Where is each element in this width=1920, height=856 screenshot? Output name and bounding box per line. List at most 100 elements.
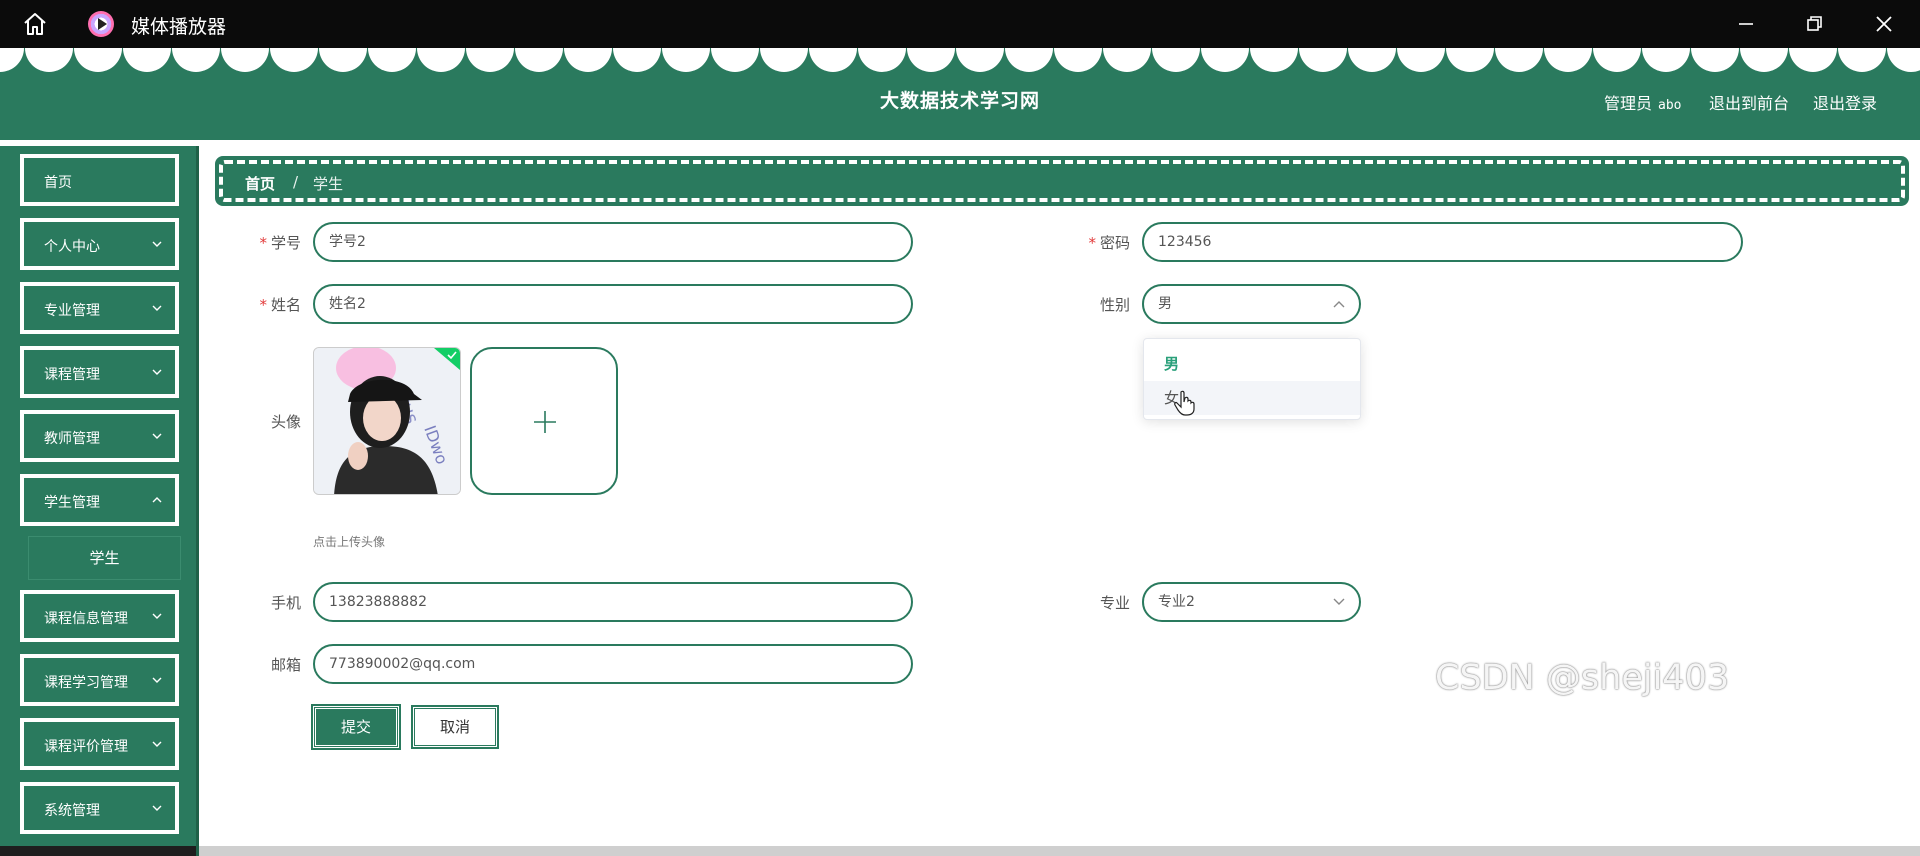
name-input[interactable]: 姓名2 [313, 284, 913, 324]
sidebar-item-student-management[interactable]: 学生管理 [20, 474, 179, 526]
breadcrumb-separator: / [293, 173, 299, 191]
scallop [1054, 48, 1102, 72]
bottom-scroll-edge [199, 846, 1920, 856]
main-content: 首页 / 学生 * 学号 学号2 * 密码 123456 * 姓名 姓名2 性别 男 … [199, 146, 1920, 856]
scallop [907, 48, 955, 72]
scallop [123, 48, 171, 72]
sidebar-bottom-edge [0, 846, 196, 856]
sidebar-item-label: 系统管理 [44, 803, 100, 819]
scallop [1691, 48, 1739, 72]
sidebar-item-course-study-management[interactable]: 课程学习管理 [20, 654, 179, 706]
scallop [1152, 48, 1200, 72]
site-title: 大数据技术学习网 [880, 90, 1041, 112]
password-input[interactable]: 123456 [1142, 222, 1743, 262]
header-scallop-decoration [0, 48, 1920, 72]
scallop [1005, 48, 1053, 72]
sidebar-item-home[interactable]: 首页 [20, 154, 179, 206]
sidebar-item-major-management[interactable]: 专业管理 [20, 282, 179, 334]
submit-button[interactable]: 提交 [311, 704, 401, 750]
exit-to-front-link[interactable]: 退出到前台 [1709, 90, 1789, 114]
sidebar-item-label: 专业管理 [44, 303, 100, 319]
sidebar-item-course-management[interactable]: 课程管理 [20, 346, 179, 398]
sidebar-item-teacher-management[interactable]: 教师管理 [20, 410, 179, 462]
gender-option-male[interactable]: 男 [1144, 347, 1360, 381]
avatar-upload-hint: 点击上传头像 [313, 535, 386, 549]
avatar-preview[interactable]: ntus IDwo [313, 347, 461, 495]
chevron-down-icon [152, 241, 162, 247]
scallop [1642, 48, 1690, 72]
chevron-down-icon [152, 305, 162, 311]
scallop [74, 48, 122, 72]
gender-select-value: 男 [1158, 296, 1172, 312]
breadcrumb-frame: 首页 / 学生 [219, 160, 1905, 202]
major-label: 专业 [1099, 594, 1130, 612]
breadcrumb-current: 学生 [313, 175, 344, 193]
scallop [466, 48, 514, 72]
scallop [1299, 48, 1347, 72]
window-title: 媒体播放器 [131, 16, 227, 38]
scallop [25, 48, 73, 72]
scallop [1495, 48, 1543, 72]
name-label: * 姓名 [241, 294, 301, 315]
media-player-logo-icon [88, 11, 114, 37]
phone-input[interactable]: 13823888882 [313, 582, 913, 622]
major-select[interactable]: 专业2 [1142, 582, 1361, 622]
scallop [221, 48, 269, 72]
scallop [662, 48, 710, 72]
scallop [613, 48, 661, 72]
scallop [858, 48, 906, 72]
scallop [1789, 48, 1837, 72]
sidebar-item-course-review-management[interactable]: 课程评价管理 [20, 718, 179, 770]
scallop [172, 48, 220, 72]
sidebar-item-personal-center[interactable]: 个人中心 [20, 218, 179, 270]
required-mark: * [1088, 234, 1096, 252]
gender-select[interactable]: 男 [1142, 284, 1361, 324]
scallop [1397, 48, 1445, 72]
admin-name: abo [1658, 98, 1682, 113]
scallop [956, 48, 1004, 72]
scallop [368, 48, 416, 72]
scallop [1446, 48, 1494, 72]
sidebar-item-label: 首页 [44, 175, 72, 191]
minimize-icon[interactable] [1732, 10, 1760, 38]
email-label: 邮箱 [270, 656, 301, 674]
sidebar-item-label: 课程评价管理 [44, 739, 128, 755]
scallop [760, 48, 808, 72]
logout-link[interactable]: 退出登录 [1813, 90, 1877, 114]
scallop [0, 48, 24, 72]
scallop [564, 48, 612, 72]
breadcrumb: 首页 / 学生 [215, 156, 1909, 206]
watermark: CSDN @sheji403 [1435, 658, 1730, 698]
restore-icon[interactable] [1800, 10, 1828, 38]
hand-cursor-icon [1174, 390, 1195, 416]
name-label-text: 姓名 [270, 296, 301, 314]
scallop [1887, 48, 1920, 72]
scallop [1201, 48, 1249, 72]
scallop [319, 48, 367, 72]
chevron-down-icon [152, 613, 162, 619]
sidebar-subitem-student[interactable]: 学生 [28, 536, 181, 580]
student-id-input[interactable]: 学号2 [313, 222, 913, 262]
password-label-text: 密码 [1099, 234, 1130, 252]
breadcrumb-home[interactable]: 首页 [245, 173, 275, 194]
cancel-button[interactable]: 取消 [411, 705, 499, 749]
email-input[interactable]: 773890002@qq.com [313, 644, 913, 684]
student-id-label: * 学号 [241, 232, 301, 253]
student-id-label-text: 学号 [270, 234, 301, 252]
sidebar-item-system-management[interactable]: 系统管理 [20, 782, 179, 834]
home-icon[interactable] [22, 11, 48, 37]
scallop [1740, 48, 1788, 72]
phone-label: 手机 [270, 594, 301, 612]
close-icon[interactable] [1870, 10, 1898, 38]
scallop [809, 48, 857, 72]
scallop [1544, 48, 1592, 72]
avatar-upload-button[interactable] [470, 347, 618, 495]
sidebar: 首页 个人中心 专业管理 课程管理 教师管理 学生管理 学生 课程信息管理 课程… [0, 146, 199, 856]
window-titlebar: 媒体播放器 [0, 0, 1920, 48]
scallop [1250, 48, 1298, 72]
scallop [1838, 48, 1886, 72]
check-icon [434, 348, 460, 370]
required-mark: * [259, 234, 267, 252]
chevron-down-icon [152, 433, 162, 439]
sidebar-item-course-info-management[interactable]: 课程信息管理 [20, 590, 179, 642]
